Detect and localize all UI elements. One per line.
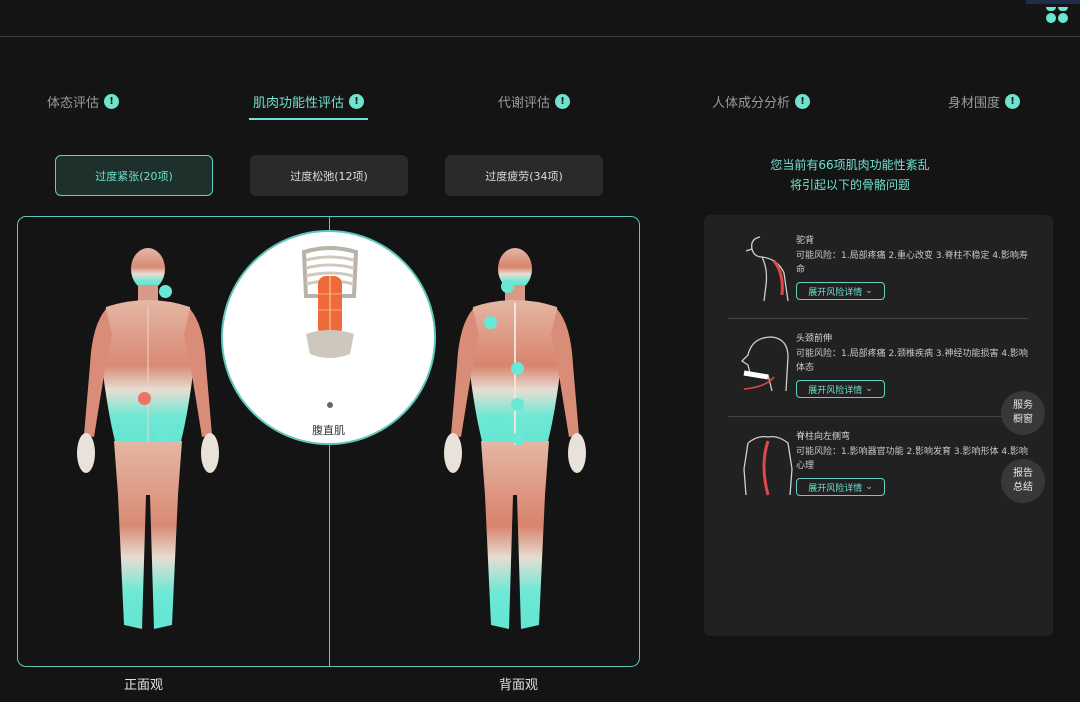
risk-item-kyphosis: 驼背 可能风险：1.局部疼痛 2.重心改变 3.脊柱不稳定 4.影响寿命 展开风… (728, 233, 1028, 323)
filter-overtense-button[interactable]: 过度紧张(20项) (55, 155, 213, 196)
risk-description: 可能风险：1.局部疼痛 2.颈椎疾病 3.神经功能损害 4.影响体态 (796, 349, 1028, 373)
tab-muscle-function[interactable]: 肌肉功能性评估 ! (248, 88, 369, 120)
tab-body-measurements[interactable]: 身材围度 ! (948, 88, 1021, 114)
info-icon: ! (795, 93, 811, 109)
tab-metabolism[interactable]: 代谢评估 ! (498, 88, 571, 114)
top-bar (0, 0, 1080, 37)
muscle-hotspot-marker[interactable] (512, 432, 525, 445)
skeletal-risk-panel: 驼背 可能风险：1.局部疼痛 2.重心改变 3.脊柱不稳定 4.影响寿命 展开风… (704, 215, 1053, 636)
expand-label: 展开风险详情 (808, 385, 863, 396)
assessment-tabs: 体态评估 ! 肌肉功能性评估 ! 代谢评估 ! 人体成分分析 ! 身材围度 ! (0, 88, 1080, 120)
expand-risk-details-button[interactable]: 展开风险详情 ⌄ (796, 478, 885, 496)
float-label: 报告 (1013, 468, 1033, 479)
scoliosis-illustration (743, 435, 793, 496)
tab-label: 肌肉功能性评估 (253, 95, 345, 111)
risk-description: 可能风险：1.局部疼痛 2.重心改变 3.脊柱不稳定 4.影响寿命 (796, 251, 1028, 275)
filter-fatigue-button[interactable]: 过度疲劳(34项) (445, 155, 603, 196)
expand-label: 展开风险详情 (808, 483, 863, 494)
float-label: 橱窗 (1013, 414, 1033, 425)
info-icon: ! (1005, 93, 1021, 109)
tab-label: 身材围度 (948, 95, 1001, 111)
service-showcase-button[interactable]: 服务 橱窗 (1001, 391, 1045, 435)
muscle-hotspot-marker[interactable] (157, 428, 170, 441)
risk-item-scoliosis: 脊柱向左侧弯 可能风险：1.影响器官功能 2.影响发育 3.影响形体 4.影响心… (728, 429, 1028, 519)
report-summary-button[interactable]: 报告 总结 (1001, 459, 1045, 503)
risk-item-forward-head: 头颈前伸 可能风险：1.局部疼痛 2.颈椎疾病 3.神经功能损害 4.影响体态 … (728, 331, 1028, 421)
risk-divider (728, 416, 1028, 417)
tab-posture[interactable]: 体态评估 ! (47, 88, 120, 114)
risk-title: 驼背 (796, 236, 815, 246)
kyphosis-illustration (745, 236, 789, 302)
front-body-figure (68, 245, 228, 641)
zoom-muscle-name: 腹直肌 (312, 424, 345, 437)
summary-line: 将引起以下的骨骼问题 (789, 178, 910, 192)
expand-risk-details-button[interactable]: 展开风险详情 ⌄ (796, 380, 885, 398)
muscle-hotspot-marker[interactable] (484, 316, 497, 329)
expand-risk-details-button[interactable]: 展开风险详情 ⌄ (796, 282, 885, 300)
tab-label: 体态评估 (47, 95, 100, 111)
back-view-label: 背面观 (499, 678, 539, 693)
tab-label: 代谢评估 (498, 95, 551, 111)
front-view-label: 正面观 (124, 678, 164, 693)
disorder-summary: 您当前有66项肌肉功能性紊乱 将引起以下的骨骼问题 (720, 155, 980, 195)
risk-title: 脊柱向左侧弯 (796, 432, 851, 442)
rectus-abdominis-illustration (301, 246, 359, 358)
forward-head-illustration (740, 336, 789, 392)
chevron-down-icon: ⌄ (865, 286, 873, 296)
info-icon: ! (349, 93, 365, 109)
risk-description: 可能风险：1.影响器官功能 2.影响发育 3.影响形体 4.影响心理 (796, 447, 1028, 471)
summary-line: 您当前有66项肌肉功能性紊乱 (770, 158, 930, 172)
corner-accent (1026, 0, 1080, 4)
muscle-hotspot-marker[interactable] (488, 419, 501, 432)
filter-overloose-button[interactable]: 过度松弛(12项) (250, 155, 408, 196)
risk-title: 头颈前伸 (796, 334, 833, 344)
risk-divider (728, 318, 1028, 319)
tab-label: 人体成分分析 (712, 95, 791, 111)
info-icon: ! (104, 93, 120, 109)
float-label: 服务 (1013, 400, 1033, 411)
rectus-abdominis-hotspot-marker[interactable] (138, 392, 151, 405)
zoom-pointer (327, 402, 333, 408)
muscle-hotspot-marker[interactable] (501, 280, 514, 293)
muscle-hotspot-marker[interactable] (511, 398, 524, 411)
chevron-down-icon: ⌄ (865, 482, 873, 492)
muscle-hotspot-marker[interactable] (511, 362, 524, 375)
info-icon: ! (555, 93, 571, 109)
expand-label: 展开风险详情 (808, 287, 863, 298)
app-menu-icon[interactable] (1046, 7, 1068, 23)
muscle-zoom-view: 腹直肌 (221, 230, 436, 445)
tab-body-composition[interactable]: 人体成分分析 ! (712, 88, 811, 114)
float-label: 总结 (1013, 482, 1033, 493)
muscle-hotspot-marker[interactable] (159, 285, 172, 298)
chevron-down-icon: ⌄ (865, 384, 873, 394)
